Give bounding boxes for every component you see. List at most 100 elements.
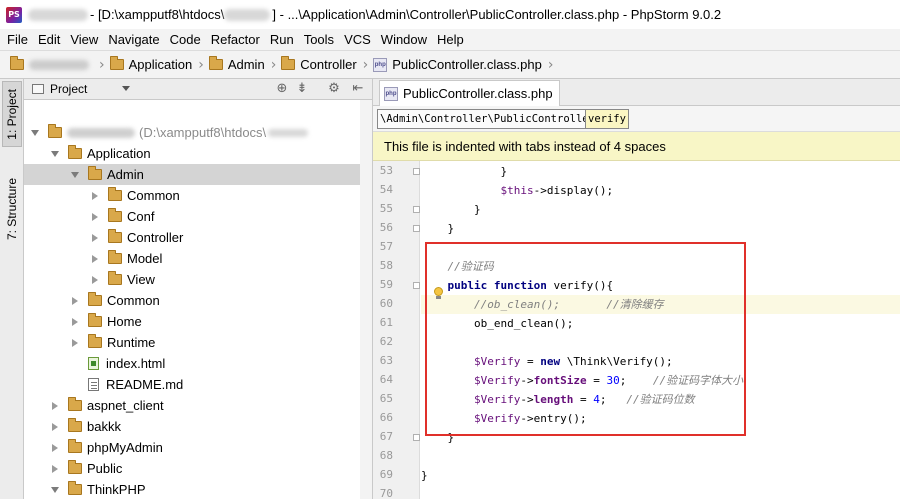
folder-icon (48, 124, 62, 138)
menu-vcs[interactable]: VCS (339, 32, 376, 47)
folder-icon (68, 397, 82, 411)
line-number: 53 (379, 164, 393, 177)
editor-tab-public-controller[interactable]: php PublicController.class.php (379, 80, 560, 106)
menu-edit[interactable]: Edit (33, 32, 65, 47)
code-editor[interactable]: } $this->display(); } } //验证码 public fun… (421, 161, 900, 499)
tree-item-label: Controller (127, 230, 184, 245)
menu-tools[interactable]: Tools (299, 32, 339, 47)
menu-file[interactable]: File (2, 32, 33, 47)
tab-structure-label: 7: Structure (5, 177, 19, 241)
expand-arrow-down-icon[interactable] (50, 485, 60, 495)
project-tree-scrollbar[interactable] (360, 100, 372, 499)
hide-panel-icon[interactable]: ⇤ (350, 81, 366, 97)
lightbulb-icon[interactable] (433, 287, 444, 300)
blurred-project-name (28, 8, 88, 21)
folder-icon (108, 271, 122, 285)
menu-refactor[interactable]: Refactor (206, 32, 265, 47)
line-number: 68 (379, 449, 393, 462)
tree-item[interactable]: (D:\xampputf8\htdocs\ (24, 122, 360, 143)
tree-item-label: View (127, 272, 155, 287)
code-line: //ob_clean(); //清除缓存 (421, 295, 900, 314)
expand-arrow-right-icon[interactable] (50, 422, 60, 432)
tree-item[interactable]: Application (24, 143, 360, 164)
tree-item[interactable]: Conf (24, 206, 360, 227)
tab-project-tool-window[interactable]: 1: Project (2, 81, 22, 147)
breadcrumb-application[interactable]: Application (109, 56, 192, 72)
breadcrumb-label: Admin (227, 57, 265, 72)
expand-arrow-right-icon[interactable] (90, 275, 100, 285)
tree-item[interactable]: Common (24, 185, 360, 206)
line-number: 60 (379, 297, 393, 310)
expand-arrow-right-icon[interactable] (70, 338, 80, 348)
tree-item-label: Runtime (107, 335, 156, 350)
folder-icon (281, 56, 296, 70)
expand-arrow-right-icon[interactable] (70, 317, 80, 327)
expand-arrow-right-icon[interactable] (50, 464, 60, 474)
menu-navigate[interactable]: Navigate (103, 32, 164, 47)
code-crumb-method[interactable]: verify (585, 109, 629, 129)
breadcrumb-controller[interactable]: Controller (281, 56, 357, 72)
code-line: } (421, 469, 428, 482)
line-number: 65 (379, 392, 393, 405)
breadcrumb-separator-icon: › (547, 56, 554, 73)
tree-item-label: README.md (106, 377, 184, 392)
gear-icon[interactable]: ⚙ (326, 81, 342, 97)
fold-marker-icon[interactable] (413, 206, 420, 213)
breadcrumb-admin[interactable]: Admin (208, 56, 265, 72)
expand-arrow-right-icon[interactable] (90, 191, 100, 201)
code-line: //验证码 (447, 260, 494, 273)
sync-target-icon[interactable]: ⊕ (274, 81, 290, 97)
tree-item[interactable]: aspnet_client (24, 395, 360, 416)
tree-item[interactable]: phpMyAdmin (24, 437, 360, 458)
menu-view[interactable]: View (65, 32, 103, 47)
tree-item[interactable]: Home (24, 311, 360, 332)
expand-arrow-down-icon[interactable] (30, 128, 40, 138)
tree-item[interactable]: Admin (24, 164, 360, 185)
fold-marker-icon[interactable] (413, 434, 420, 441)
expand-arrow-right-icon[interactable] (90, 254, 100, 264)
breadcrumb-project-root[interactable] (10, 56, 93, 70)
expand-arrow-down-icon[interactable] (70, 170, 80, 180)
tree-item[interactable]: ThinkPHP (24, 479, 360, 499)
tree-item[interactable]: Common (24, 290, 360, 311)
tree-item[interactable]: Runtime (24, 332, 360, 353)
fold-marker-icon[interactable] (413, 225, 420, 232)
collapse-all-icon[interactable]: ⇟ (294, 81, 310, 97)
menu-help[interactable]: Help (432, 32, 469, 47)
navigation-breadcrumb-bar: › Application › Admin › Controller › php… (0, 50, 900, 79)
chevron-down-icon[interactable] (122, 86, 130, 91)
blurred-path-segment (224, 8, 271, 21)
breadcrumb-file[interactable]: php PublicController.class.php (373, 57, 542, 72)
html-file-icon (88, 357, 99, 370)
tree-item[interactable]: README.md (24, 374, 360, 395)
folder-icon (108, 187, 122, 201)
menu-window[interactable]: Window (376, 32, 432, 47)
notice-text: This file is indented with tabs instead … (384, 138, 666, 154)
menu-run[interactable]: Run (265, 32, 299, 47)
tree-item[interactable]: Controller (24, 227, 360, 248)
tab-structure-tool-window[interactable]: 7: Structure (2, 169, 22, 249)
tree-item[interactable]: Public (24, 458, 360, 479)
expand-arrow-down-icon[interactable] (50, 149, 60, 159)
code-line: } (421, 431, 455, 444)
tree-item[interactable]: Model (24, 248, 360, 269)
breadcrumb-separator-icon: › (99, 56, 105, 73)
expand-arrow-right-icon[interactable] (70, 296, 80, 306)
folder-icon (109, 56, 124, 70)
line-number: 58 (379, 259, 393, 272)
menu-code[interactable]: Code (165, 32, 206, 47)
code-line: $Verify = new \Think\Verify(); (473, 355, 673, 368)
expand-arrow-right-icon[interactable] (90, 233, 100, 243)
code-breadcrumb-bar: \Admin\Controller\PublicController verif… (373, 106, 900, 132)
fold-marker-icon[interactable] (413, 282, 420, 289)
expand-arrow-right-icon[interactable] (50, 401, 60, 411)
fold-marker-icon[interactable] (413, 168, 420, 175)
code-crumb-class[interactable]: \Admin\Controller\PublicController (377, 109, 598, 129)
expand-arrow-right-icon[interactable] (50, 443, 60, 453)
project-view-selector[interactable]: Project (32, 82, 87, 96)
tree-item[interactable]: index.html (24, 353, 360, 374)
expand-arrow-right-icon[interactable] (90, 212, 100, 222)
tree-item-label: Home (107, 314, 142, 329)
tree-item[interactable]: View (24, 269, 360, 290)
tree-item[interactable]: bakkk (24, 416, 360, 437)
